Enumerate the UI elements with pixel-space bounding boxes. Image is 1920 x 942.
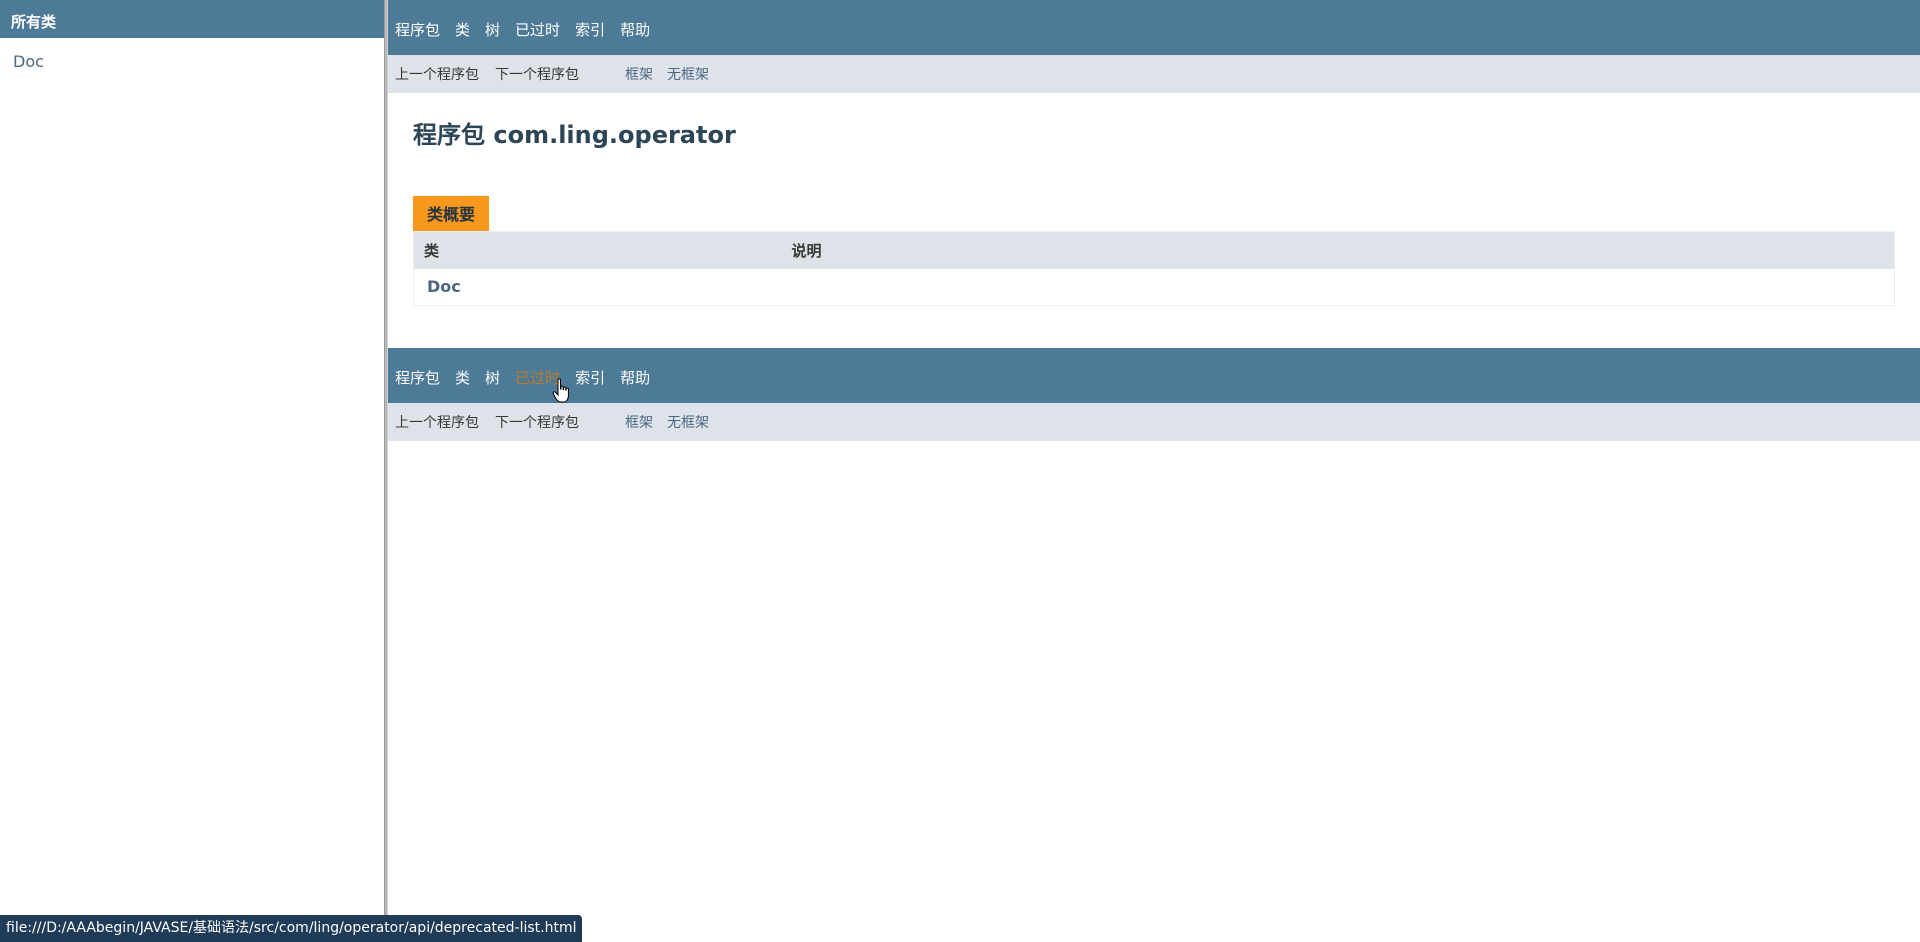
bottom-nav-class[interactable]: 类	[455, 367, 470, 388]
class-description	[782, 269, 1895, 306]
nav-tree[interactable]: 树	[485, 19, 500, 40]
all-classes-header: 所有类	[0, 0, 384, 38]
bottom-nav: 程序包 类 树 已过时 索引 帮助 上一个程序包 下一个程序包 框架 无框架	[388, 348, 1920, 441]
bottom-sub-nav-bar: 上一个程序包 下一个程序包 框架 无框架	[388, 403, 1920, 441]
summary-caption: 类概要	[413, 196, 490, 231]
frames-link[interactable]: 框架	[625, 64, 653, 84]
status-bar-url: file:///D:/AAAbegin/JAVASE/基础语法/src/com/…	[0, 915, 583, 942]
bottom-nav-help[interactable]: 帮助	[620, 367, 650, 388]
top-nav-bar: 程序包 类 树 已过时 索引 帮助	[388, 0, 1920, 55]
next-package: 下一个程序包	[495, 67, 579, 83]
bottom-nav-tree[interactable]: 树	[485, 367, 500, 388]
class-list: Doc	[0, 38, 384, 71]
bottom-nav-index[interactable]: 索引	[575, 367, 605, 388]
bottom-nav-bar: 程序包 类 树 已过时 索引 帮助	[388, 348, 1920, 403]
class-link-doc-table[interactable]: Doc	[414, 269, 782, 306]
prev-package: 上一个程序包	[395, 67, 479, 83]
column-header-description: 说明	[781, 231, 1895, 269]
hand-cursor-icon	[552, 378, 569, 403]
nav-help[interactable]: 帮助	[620, 19, 650, 40]
package-frame: 程序包 类 树 已过时 索引 帮助 上一个程序包 下一个程序包 框架 无框架 程…	[388, 0, 1920, 942]
bottom-prev-package: 上一个程序包	[395, 415, 479, 431]
table-header-row: 类 说明	[413, 231, 1895, 269]
page-title: 程序包 com.ling.operator	[413, 121, 736, 149]
bottom-next-package: 下一个程序包	[495, 415, 579, 431]
class-summary-table: 类 说明 Doc	[413, 231, 1895, 306]
bottom-nav-package[interactable]: 程序包	[395, 367, 440, 388]
nav-index[interactable]: 索引	[575, 19, 605, 40]
all-classes-frame: 所有类 Doc	[0, 0, 384, 942]
nav-class[interactable]: 类	[455, 19, 470, 40]
column-header-class: 类	[413, 231, 782, 269]
bottom-no-frames-link[interactable]: 无框架	[667, 412, 709, 432]
bottom-frames-link[interactable]: 框架	[625, 412, 653, 432]
sub-nav-bar: 上一个程序包 下一个程序包 框架 无框架	[388, 55, 1920, 93]
nav-package[interactable]: 程序包	[395, 19, 440, 40]
nav-deprecated[interactable]: 已过时	[515, 19, 560, 40]
table-row: Doc	[414, 269, 1895, 306]
class-summary: 类概要 类 说明 Doc	[413, 196, 1895, 306]
class-link-doc[interactable]: Doc	[13, 52, 384, 71]
no-frames-link[interactable]: 无框架	[667, 64, 709, 84]
